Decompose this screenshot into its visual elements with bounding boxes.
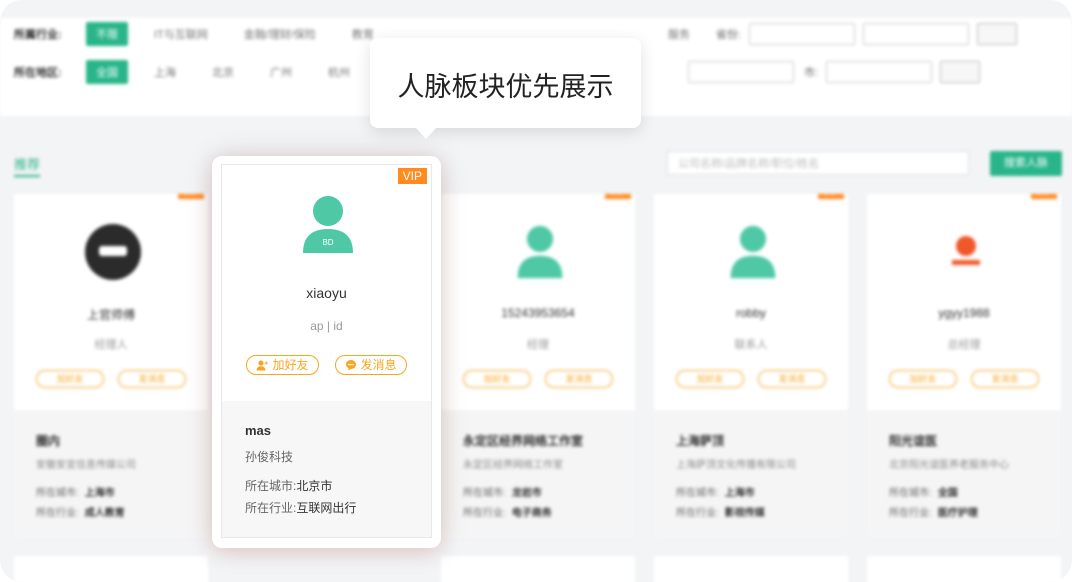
tooltip-arrow [415,127,437,139]
add-friend-button[interactable]: 加好友 [676,370,744,388]
search-button[interactable]: 搜索人脉 [990,151,1062,176]
company-full: 上海萨顶文化传播有限公司 [676,460,796,471]
region-province-select[interactable] [688,61,794,83]
chat-bubble-icon [345,360,356,371]
contact-name: ygyy1988 [938,306,990,320]
tab-recommend[interactable]: 推荐 [14,154,41,177]
region-chip-all[interactable]: 全国 [86,60,128,84]
send-message-label: 发消息 [360,358,397,372]
contact-role: 经理 [527,339,549,351]
contact-name: 上官师傅 [86,308,135,322]
province-label: 省份: [715,29,741,41]
city-line: 所在城市: 龙岩市 [463,488,542,499]
region-city-label: 市: [804,67,819,79]
region-city-select[interactable] [826,61,933,83]
avatar-badge-text: BD [322,238,333,247]
company-short: 永定区经界网络工作室 [463,434,584,448]
featured-card-body: VIP BD xiaoyu ap | id 加好友 发消息 mas 孙俊科技 所… [221,164,432,538]
region-chip-shanghai[interactable]: 上海 [144,60,186,84]
contact-name: xiaoyu [306,285,347,301]
card-details: 阳光谊医 北京阳光谊医养老服务中心 所在城市: 全国 所在行业: 医疗护理 [867,410,1061,538]
send-message-button[interactable]: 发消息 [334,355,407,375]
contact-card[interactable]: VIP ygyy1988 总经理 加好友发消息 阳光谊医 北京阳光谊医养老服务中… [867,194,1061,538]
vip-badge: VIP [177,194,204,199]
card-details: 永定区经界网络工作室 永定区经界网络工作室 所在城市: 龙岩市 所在行业: 电子商务 [441,410,635,538]
contact-card[interactable]: VIP 15243953654 经理 加好友发消息 永定区经界网络工作室 永定区… [441,194,635,538]
contact-card[interactable]: VIP robby 联系人 加好友发消息 上海萨顶 上海萨顶文化传播有限公司 所… [654,194,848,538]
user-avatar-icon [517,225,563,279]
next-row-card [14,556,208,582]
card-details: mas 孙俊科技 所在城市:北京市 所在行业:互联网出行 [222,401,431,537]
send-message-button[interactable]: 发消息 [758,370,826,388]
city-line: 所在城市: 上海市 [676,488,755,499]
feature-tooltip: 人脉板块优先展示 [370,38,641,139]
industry-label: 所属行业: [14,29,62,41]
industry-line: 所在行业: 成人教育 [36,508,125,519]
next-row-card [441,556,635,582]
city-line: 所在城市:北京市 [245,479,333,493]
send-message-button[interactable]: 发消息 [545,370,613,388]
screenshot-frame: 所属行业: 不限 IT与互联网 金融/理财/保险 教育 服务 省份: 所在地区:… [0,0,1072,582]
contact-name: robby [735,306,767,320]
contact-role: 总经理 [947,339,981,351]
tooltip-text: 人脉板块优先展示 [397,72,614,102]
industry-line: 所在行业: 影视传媒 [676,508,765,519]
company-short: 圈内 [36,434,61,448]
company-logo-icon [85,224,141,280]
search-input[interactable]: 公司名称/品牌名称/职位/姓名 [667,151,969,175]
company-logo-icon [938,224,994,280]
user-avatar-icon [730,225,776,279]
card-details: 圈内 安徽安宜信息传媒公司 所在城市: 上海市 所在行业: 成人教育 [14,410,208,538]
add-friend-label: 加好友 [272,358,309,372]
vip-badge: VIP [817,194,844,199]
contact-card[interactable]: VIP 上官师傅 经理人 加好友发消息 圈内 安徽安宜信息传媒公司 所在城市:上… [14,194,208,538]
send-message-button[interactable]: 发消息 [971,370,1039,388]
region-confirm-button[interactable] [940,61,981,83]
featured-contact-card[interactable]: VIP BD xiaoyu ap | id 加好友 发消息 mas 孙俊科技 所… [212,156,441,548]
contact-role: 经理人 [94,339,128,351]
add-friend-button[interactable]: 加好友 [463,370,531,388]
card-details: 上海萨顶 上海萨顶文化传播有限公司 所在城市: 上海市 所在行业: 影视传媒 [654,410,848,538]
industry-chip-it[interactable]: IT与互联网 [144,22,218,46]
region-chip-guangzhou[interactable]: 广州 [260,60,302,84]
industry-chip-service[interactable]: 服务 [658,22,700,46]
vip-badge: VIP [604,194,631,199]
contact-name: 15243953654 [501,306,575,320]
contact-meta: ap | id [310,319,343,333]
industry-chip-all[interactable]: 不限 [86,22,128,46]
contact-role: 联系人 [734,339,768,351]
add-friend-button[interactable]: 加好友 [246,355,319,375]
next-row-card [867,556,1061,582]
industry-chip-finance[interactable]: 金融/理财/保险 [234,22,326,46]
next-row-card [654,556,848,582]
send-message-button[interactable]: 发消息 [118,370,186,388]
confirm-button[interactable] [976,23,1017,45]
add-friend-button[interactable]: 加好友 [36,370,104,388]
company-full: 永定区经界网络工作室 [463,460,563,471]
region-label: 所在地区: [14,67,62,79]
company-short: 阳光谊医 [889,434,938,448]
vip-badge: VIP [1030,194,1057,199]
company-full: 孙俊科技 [245,450,294,464]
industry-line: 所在行业:互联网出行 [245,501,357,515]
city-select[interactable] [862,23,969,45]
region-chip-hangzhou[interactable]: 杭州 [318,60,360,84]
province-select[interactable] [748,23,855,45]
add-user-icon [256,359,269,370]
region-chip-beijing[interactable]: 北京 [202,60,244,84]
company-short: mas [245,423,272,438]
add-friend-button[interactable]: 加好友 [889,370,957,388]
industry-line: 所在行业: 电子商务 [463,508,552,519]
industry-line: 所在行业: 医疗护理 [889,508,978,519]
vip-badge: VIP [397,168,427,184]
city-line: 所在城市: 上海市 [36,488,115,499]
user-avatar-icon: BD [303,196,353,253]
city-line: 所在城市: 全国 [889,488,958,499]
company-full: 安徽安宜信息传媒公司 [36,460,136,471]
company-full: 北京阳光谊医养老服务中心 [889,460,1009,471]
company-short: 上海萨顶 [676,434,725,448]
